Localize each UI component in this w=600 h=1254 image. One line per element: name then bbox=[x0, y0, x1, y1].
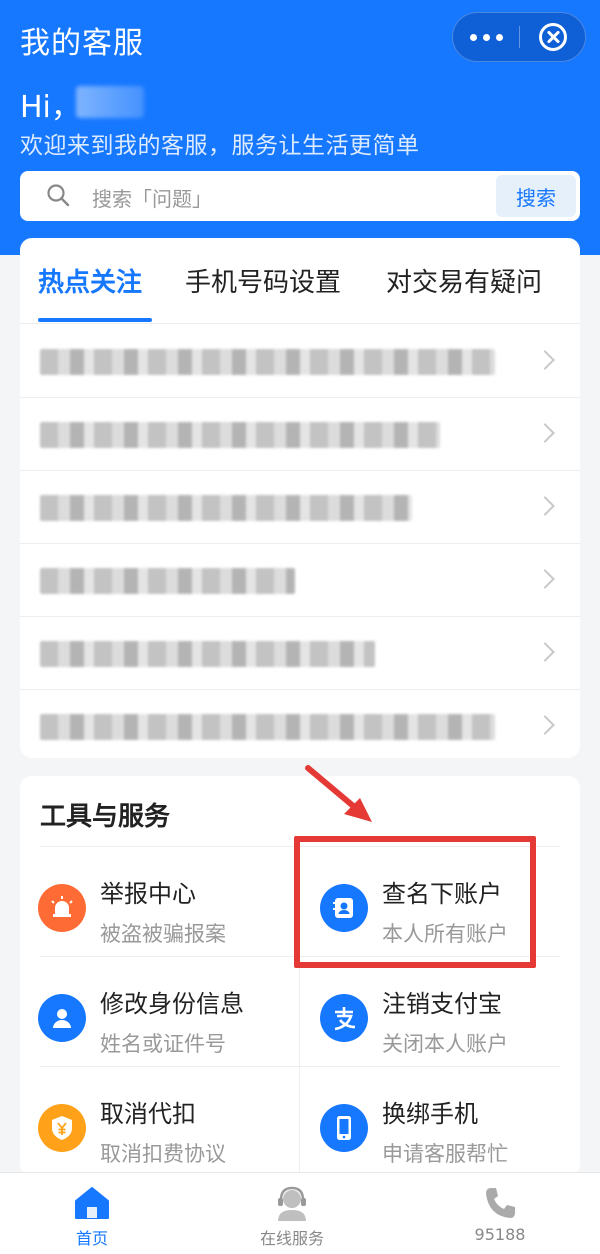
tab-label: 首页 bbox=[75, 1229, 108, 1248]
shield-yen-icon bbox=[38, 1104, 86, 1152]
hot-topics-card: 热点关注 手机号码设置 对交易有疑问 bbox=[20, 238, 580, 758]
tool-change-phone[interactable]: 换绑手机 申请客服帮忙 bbox=[320, 1074, 580, 1182]
search-bar[interactable]: 搜索「问题」 搜索 bbox=[20, 171, 580, 221]
app-title: 我的客服 bbox=[20, 26, 144, 61]
tool-title: 修改身份信息 bbox=[100, 990, 244, 1018]
chevron-right-icon bbox=[535, 715, 555, 735]
redacted-question bbox=[40, 641, 375, 667]
headset-agent-icon bbox=[278, 1186, 306, 1221]
search-button[interactable]: 搜索 bbox=[496, 175, 576, 217]
tool-title: 举报中心 bbox=[100, 880, 196, 908]
list-item[interactable] bbox=[20, 544, 580, 617]
welcome-text: 欢迎来到我的客服，服务让生活更简单 bbox=[20, 133, 420, 159]
tool-subtitle: 被盗被骗报案 bbox=[100, 922, 226, 946]
tab-label: 95188 bbox=[474, 1225, 526, 1244]
active-tab-indicator bbox=[38, 318, 152, 322]
tool-report-center[interactable]: 举报中心 被盗被骗报案 bbox=[38, 854, 298, 962]
list-item[interactable] bbox=[20, 398, 580, 471]
tab-transaction-doubts[interactable]: 对交易有疑问 bbox=[386, 262, 542, 299]
chevron-right-icon bbox=[535, 423, 555, 443]
tool-subtitle: 关闭本人账户 bbox=[382, 1032, 508, 1056]
phone-icon bbox=[486, 1188, 515, 1218]
tool-title: 注销支付宝 bbox=[382, 990, 502, 1018]
tool-title: 取消代扣 bbox=[100, 1100, 196, 1128]
tool-modify-identity[interactable]: 修改身份信息 姓名或证件号 bbox=[38, 964, 298, 1072]
capsule-divider bbox=[519, 26, 520, 48]
phone-device-icon bbox=[320, 1104, 368, 1152]
list-item[interactable] bbox=[20, 690, 580, 763]
tool-close-alipay[interactable]: 注销支付宝 关闭本人账户 bbox=[320, 964, 580, 1072]
search-input[interactable]: 搜索「问题」 bbox=[92, 183, 212, 212]
redacted-question bbox=[40, 495, 412, 521]
user-name-redacted bbox=[76, 86, 144, 118]
mini-program-capsule bbox=[452, 12, 586, 62]
annotation-arrow-icon bbox=[305, 765, 372, 822]
list-item[interactable] bbox=[20, 617, 580, 690]
redacted-question bbox=[40, 714, 495, 740]
tab-label: 在线服务 bbox=[259, 1229, 324, 1248]
tool-subtitle: 申请客服帮忙 bbox=[382, 1142, 508, 1166]
list-item[interactable] bbox=[20, 325, 580, 398]
tab-online-service[interactable]: 在线服务 bbox=[222, 1183, 362, 1253]
tab-home[interactable]: 首页 bbox=[22, 1183, 162, 1253]
topic-tabs: 热点关注 手机号码设置 对交易有疑问 bbox=[20, 238, 580, 324]
chevron-right-icon bbox=[535, 496, 555, 516]
alipay-icon bbox=[320, 994, 368, 1042]
tab-hotline[interactable]: 95188 bbox=[430, 1183, 570, 1253]
search-icon bbox=[47, 184, 70, 207]
tab-hot[interactable]: 热点关注 bbox=[38, 262, 142, 299]
tool-subtitle: 取消扣费协议 bbox=[100, 1142, 226, 1166]
chevron-right-icon bbox=[535, 569, 555, 589]
redacted-question bbox=[40, 349, 495, 375]
more-dots-icon[interactable] bbox=[453, 13, 520, 61]
redacted-question bbox=[40, 422, 440, 448]
bottom-tab-bar: 首页 在线服务 95188 bbox=[0, 1172, 600, 1254]
home-icon bbox=[75, 1187, 109, 1219]
header: 我的客服 Hi， 欢迎来到我的客服，服务让生活更简单 搜索「问题」 搜索 bbox=[0, 0, 600, 255]
tool-title: 换绑手机 bbox=[382, 1100, 478, 1128]
redacted-question bbox=[40, 568, 295, 594]
list-item[interactable] bbox=[20, 471, 580, 544]
user-icon bbox=[38, 994, 86, 1042]
tool-subtitle: 姓名或证件号 bbox=[100, 1032, 226, 1056]
tools-title: 工具与服务 bbox=[40, 802, 171, 832]
close-circle-icon[interactable] bbox=[539, 23, 567, 51]
annotation-highlight-box bbox=[294, 836, 536, 968]
tab-phone-settings[interactable]: 手机号码设置 bbox=[185, 262, 341, 299]
chevron-right-icon bbox=[535, 642, 555, 662]
alarm-icon bbox=[38, 884, 86, 932]
chevron-right-icon bbox=[535, 350, 555, 370]
greeting: Hi， bbox=[20, 90, 81, 125]
tool-cancel-auto-debit[interactable]: 取消代扣 取消扣费协议 bbox=[38, 1074, 298, 1182]
